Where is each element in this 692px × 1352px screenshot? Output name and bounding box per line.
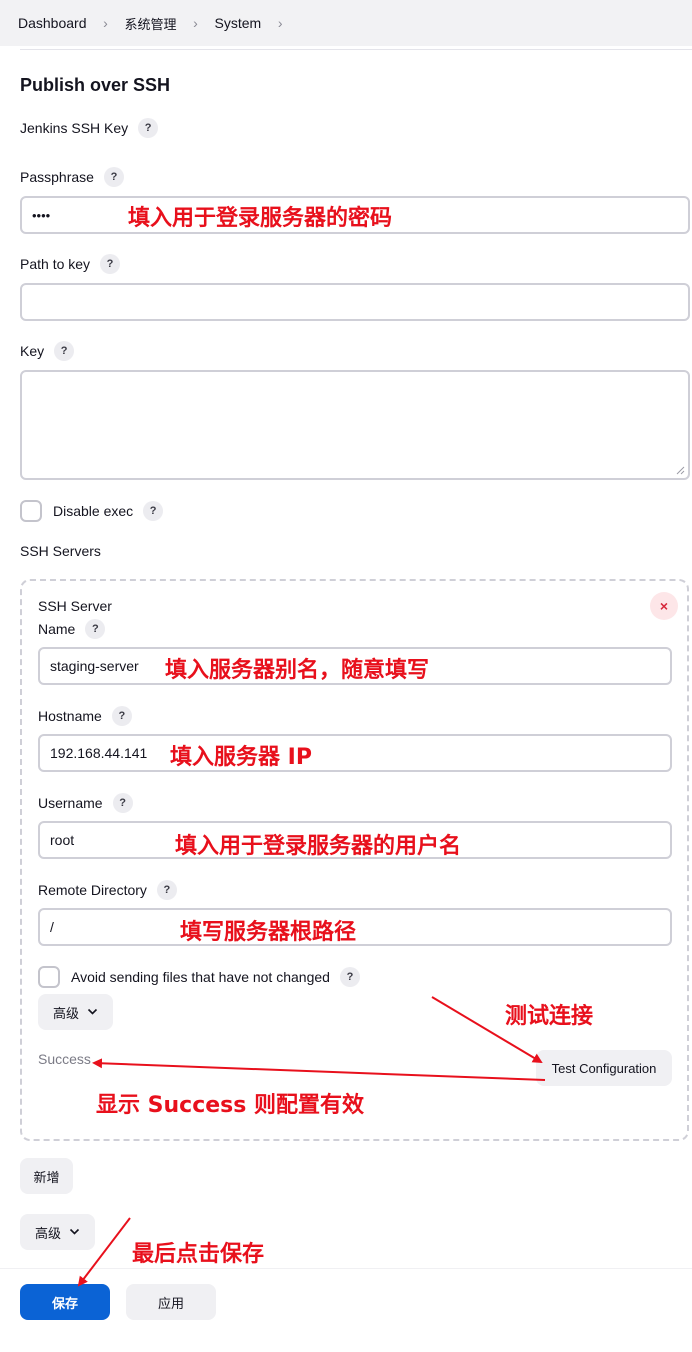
annotation-passphrase: 填入用于登录服务器的密码 [128, 206, 393, 231]
path-to-key-input[interactable] [20, 283, 690, 321]
add-server-button[interactable]: 新增 [20, 1158, 73, 1194]
server-advanced-label: 高级 [52, 1005, 79, 1021]
remote-directory-label: Remote Directory ? [38, 880, 177, 900]
key-label-text: Key [20, 343, 45, 359]
chevron-down-icon [69, 1228, 80, 1235]
ssh-servers-label-text: SSH Servers [20, 543, 101, 559]
apply-button[interactable]: 应用 [126, 1284, 216, 1320]
jenkins-ssh-key-label: Jenkins SSH Key ? [20, 118, 159, 138]
chevron-right-icon: › [103, 15, 108, 31]
test-configuration-button[interactable]: Test Configuration [536, 1050, 672, 1086]
chevron-down-icon [87, 1008, 98, 1015]
help-icon[interactable]: ? [100, 254, 121, 274]
username-value: root [50, 832, 75, 848]
resize-grip-icon[interactable] [676, 466, 685, 475]
annotation-hostname: 填入服务器 IP [170, 745, 312, 770]
help-icon[interactable]: ? [156, 880, 177, 900]
help-icon[interactable]: ? [54, 341, 75, 361]
annotation-remote-dir: 填写服务器根路径 [180, 920, 357, 945]
avoid-sending-label-text: Avoid sending files that have not change… [71, 969, 330, 985]
help-icon[interactable]: ? [85, 619, 106, 639]
chevron-right-icon: › [277, 15, 283, 31]
annotation-success: 显示 Success 则配置有效 [96, 1093, 365, 1118]
avoid-sending-label: Avoid sending files that have not change… [71, 967, 360, 987]
help-icon[interactable]: ? [143, 501, 164, 521]
test-configuration-label: Test Configuration [551, 1060, 657, 1076]
disable-exec-checkbox[interactable] [20, 500, 42, 522]
breadcrumb-item-system[interactable]: System [215, 15, 262, 31]
key-textarea[interactable] [20, 370, 690, 480]
add-server-label: 新增 [33, 1169, 60, 1185]
chevron-right-icon: › [193, 15, 198, 31]
annotation-save: 最后点击保存 [132, 1242, 265, 1267]
breadcrumb-item-dashboard[interactable]: Dashboard [18, 15, 87, 31]
close-icon[interactable]: × [650, 592, 678, 620]
passphrase-label: Passphrase ? [20, 167, 124, 187]
server-name-label-text: Name [38, 621, 76, 637]
annotation-username: 填入用于登录服务器的用户名 [175, 834, 462, 859]
advanced-label: 高级 [34, 1225, 61, 1241]
jenkins-ssh-key-label-text: Jenkins SSH Key [20, 120, 129, 136]
ssh-server-heading: SSH Server [38, 598, 112, 614]
path-to-key-label: Path to key ? [20, 254, 121, 274]
remote-directory-value: / [50, 919, 54, 935]
help-icon[interactable]: ? [111, 706, 132, 726]
hostname-value: 192.168.44.141 [50, 745, 148, 761]
divider [20, 49, 692, 50]
save-button[interactable]: 保存 [20, 1284, 110, 1320]
breadcrumb-item-system-management[interactable]: 系统管理 [125, 14, 177, 33]
hostname-label-text: Hostname [38, 708, 102, 724]
help-icon[interactable]: ? [339, 967, 360, 987]
test-status-text: Success [38, 1051, 91, 1067]
username-label-text: Username [38, 795, 103, 811]
help-icon[interactable]: ? [112, 793, 133, 813]
help-icon[interactable]: ? [103, 167, 124, 187]
passphrase-label-text: Passphrase [20, 169, 94, 185]
section-title: Publish over SSH [20, 75, 171, 95]
advanced-button[interactable]: 高级 [20, 1214, 95, 1250]
annotation-name: 填入服务器别名，随意填写 [165, 658, 430, 683]
path-to-key-label-text: Path to key [20, 256, 91, 272]
server-advanced-button[interactable]: 高级 [38, 994, 113, 1030]
server-name-label: Name ? [38, 619, 106, 639]
passphrase-value: •••• [32, 207, 51, 223]
remote-directory-label-text: Remote Directory [38, 882, 147, 898]
disable-exec-label-text: Disable exec [53, 503, 134, 519]
hostname-label: Hostname ? [38, 706, 132, 726]
breadcrumb: Dashboard › 系统管理 › System › [0, 0, 692, 46]
avoid-sending-checkbox[interactable] [38, 966, 60, 988]
server-name-value: staging-server [50, 658, 139, 674]
username-label: Username ? [38, 793, 133, 813]
hostname-input[interactable]: 192.168.44.141 [38, 734, 672, 772]
ssh-servers-label: SSH Servers [20, 543, 101, 559]
disable-exec-label: Disable exec ? [53, 501, 164, 521]
help-icon[interactable]: ? [138, 118, 159, 138]
annotation-test: 测试连接 [505, 1004, 594, 1029]
key-label: Key ? [20, 341, 75, 361]
